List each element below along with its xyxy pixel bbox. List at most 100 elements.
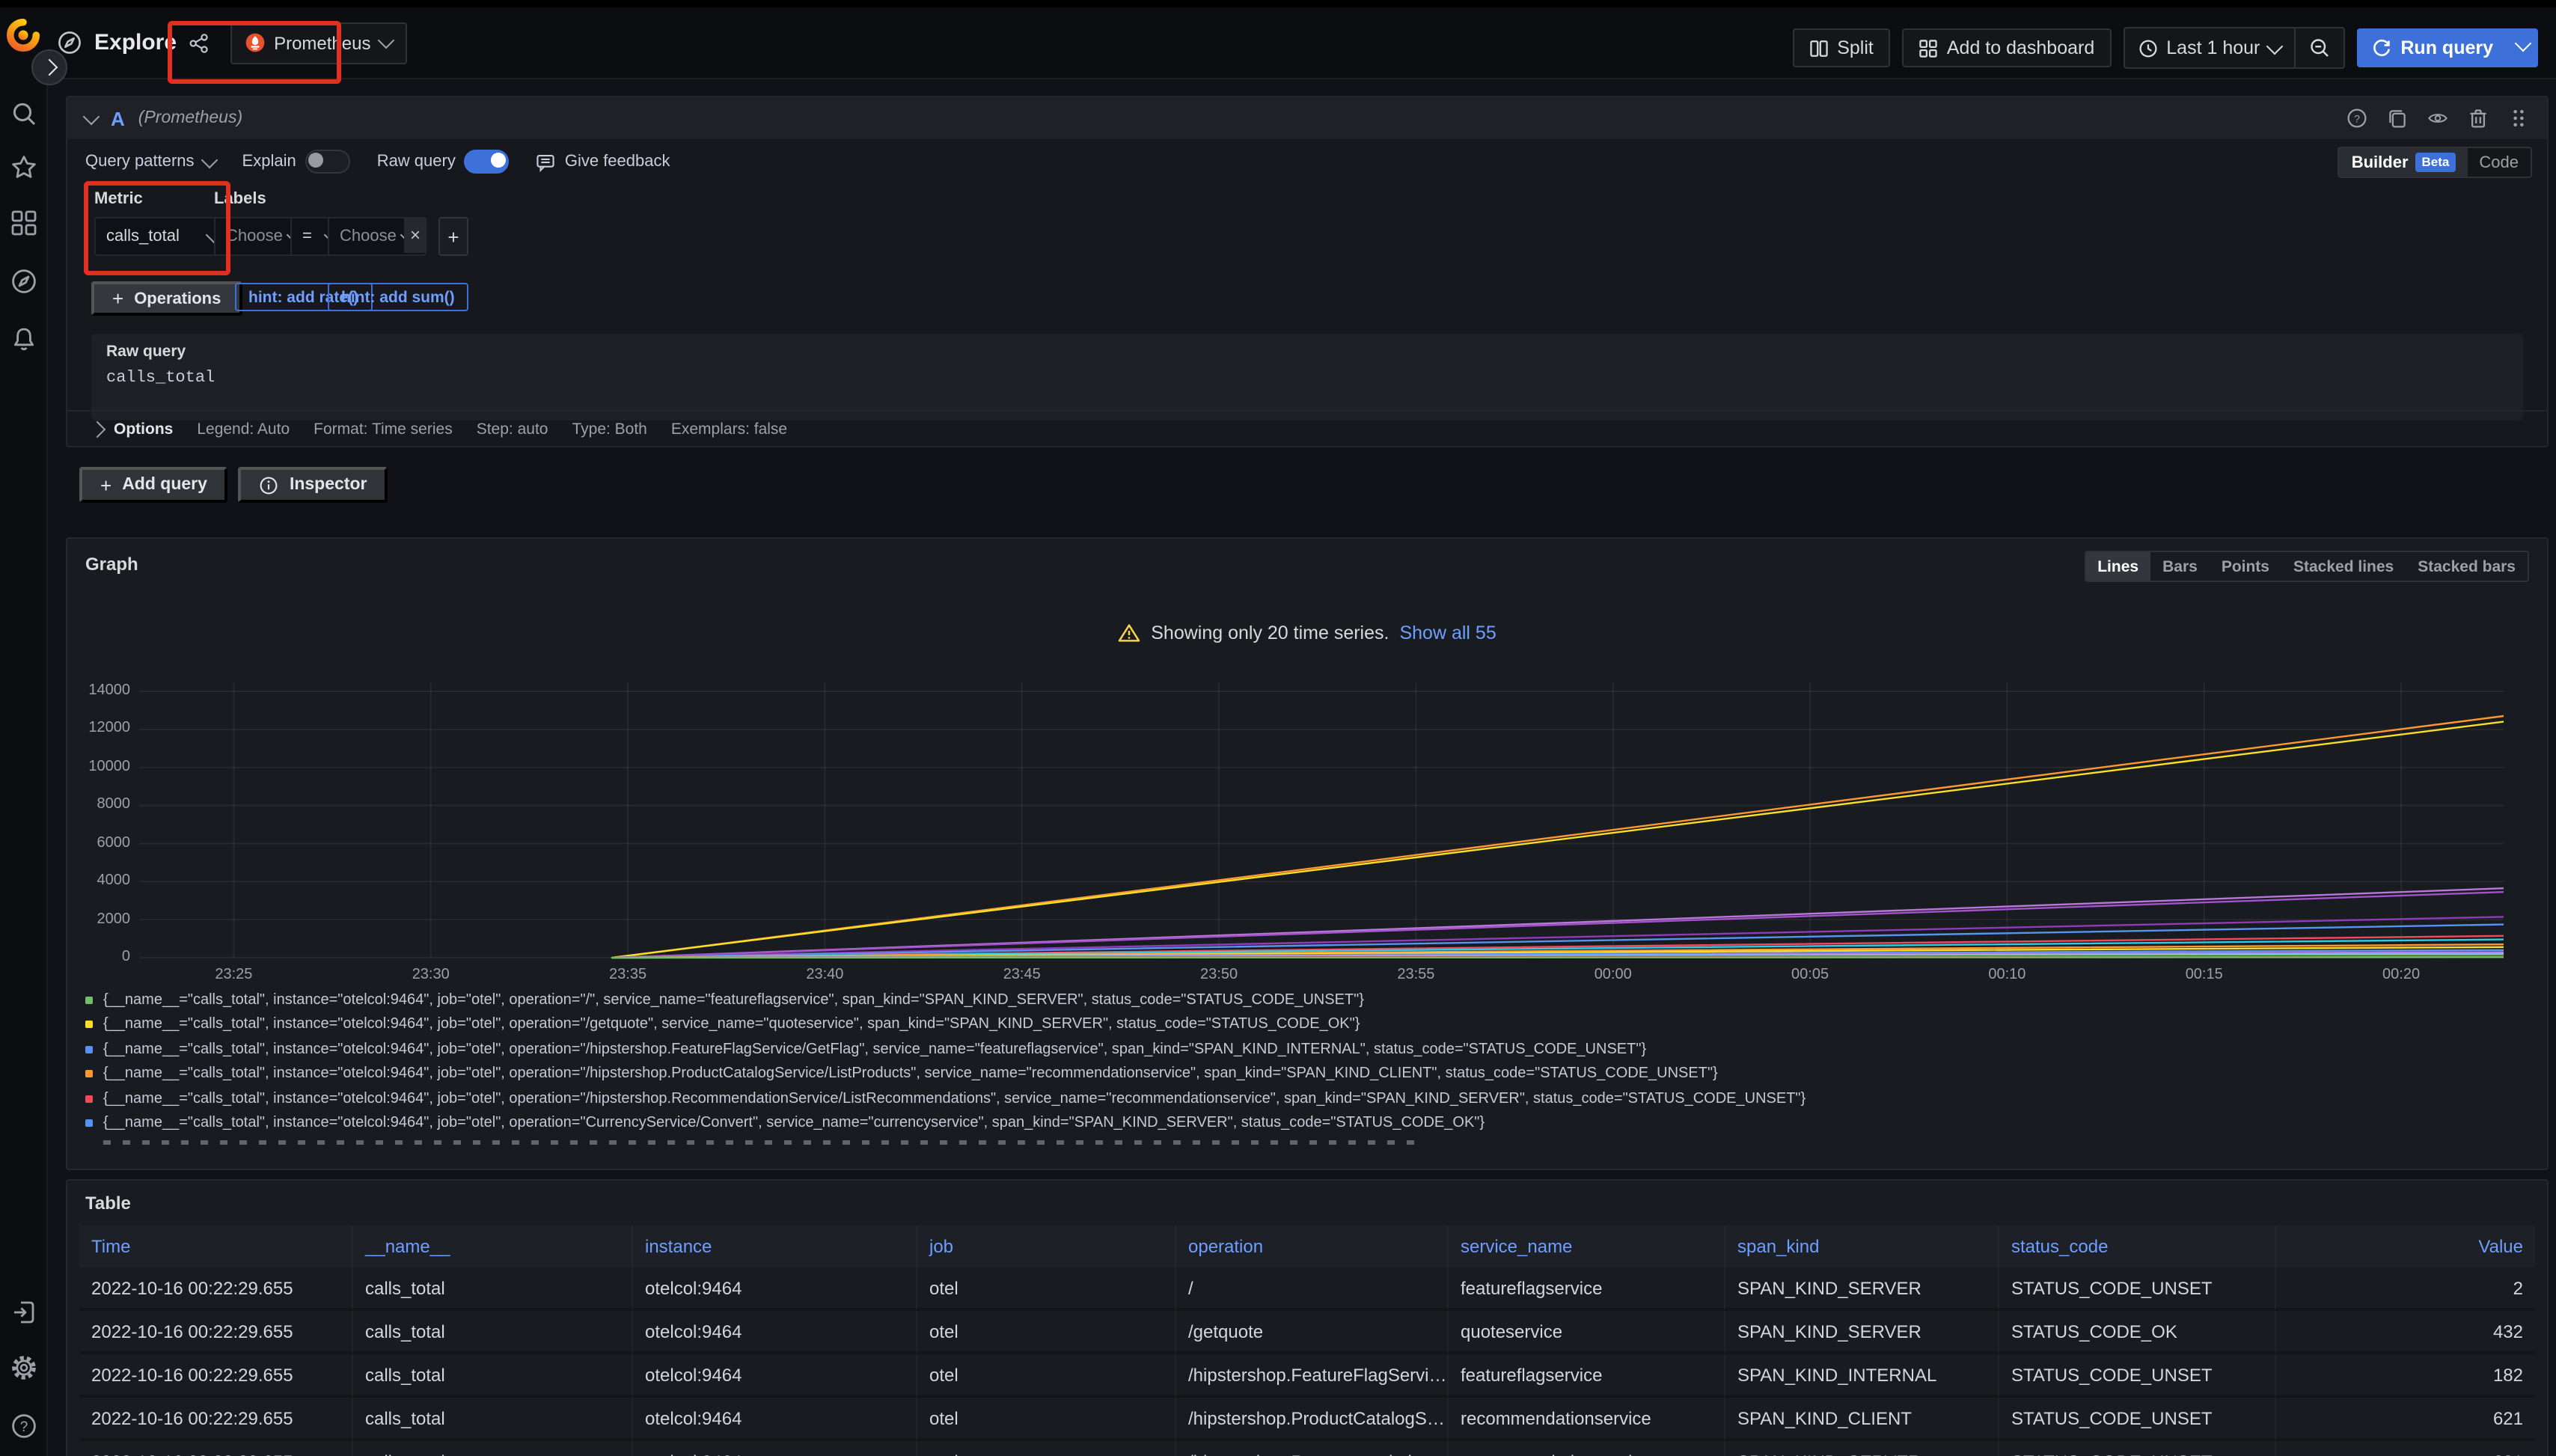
sidebar-expand-button[interactable] — [31, 49, 67, 85]
page-title: Explore — [94, 30, 177, 55]
add-query-button[interactable]: + Add query — [79, 467, 228, 503]
legend-item[interactable]: {__name__="calls_total", instance="otelc… — [85, 988, 2541, 1012]
gear-icon[interactable] — [10, 1354, 37, 1381]
legend-item[interactable]: {__name__="calls_total", instance="otelc… — [85, 1086, 2541, 1111]
table-header-cell[interactable]: Value — [2276, 1226, 2535, 1267]
drag-handle-icon[interactable] — [2508, 108, 2529, 129]
search-icon[interactable] — [10, 100, 37, 127]
trash-icon[interactable] — [2468, 108, 2489, 129]
add-label-button[interactable]: + — [438, 217, 468, 256]
option-summary-item: Format: Time series — [314, 420, 453, 438]
legend-swatch — [85, 1046, 93, 1053]
code-tab[interactable]: Code — [2467, 148, 2531, 177]
table-header-cell[interactable]: job — [917, 1226, 1176, 1267]
table-row: 2022-10-16 00:22:29.655calls_totalotelco… — [79, 1398, 2535, 1441]
table-row: 2022-10-16 00:22:29.655calls_totalotelco… — [79, 1354, 2535, 1398]
help-icon[interactable]: ? — [10, 1413, 37, 1440]
table-cell: featureflagservice — [1449, 1354, 1725, 1398]
table-header-cell[interactable]: Time — [79, 1226, 353, 1267]
run-query-button[interactable]: Run query — [2357, 28, 2538, 67]
explain-toggle[interactable] — [305, 150, 350, 174]
zoom-out-button[interactable] — [2294, 28, 2343, 67]
sign-in-icon[interactable] — [10, 1299, 37, 1326]
table-header-cell[interactable]: service_name — [1449, 1226, 1725, 1267]
x-axis-tick-label: 23:45 — [977, 967, 1067, 983]
query-hint-button[interactable]: hint: add sum() — [328, 283, 468, 311]
builder-tab[interactable]: Builder Beta — [2340, 148, 2468, 177]
bell-icon[interactable] — [10, 326, 37, 353]
x-axis-tick-label: 00:05 — [1765, 967, 1855, 983]
metric-select[interactable]: calls_total — [94, 217, 232, 256]
options-label: Options — [114, 420, 173, 438]
table-header-cell[interactable]: __name__ — [353, 1226, 633, 1267]
x-axis-tick-label: 00:10 — [1962, 967, 2052, 983]
graph-mode-lines[interactable]: Lines — [2085, 552, 2150, 581]
datasource-picker[interactable]: Prometheus — [230, 22, 406, 64]
legend-item[interactable]: {__name__="calls_total", instance="otelc… — [85, 1012, 2541, 1037]
top-nav: Explore Prometheus — [46, 7, 2556, 79]
legend-item[interactable]: {__name__="calls_total", instance="otelc… — [85, 1037, 2541, 1062]
table-header-cell[interactable]: operation — [1176, 1226, 1449, 1267]
run-query-dropdown[interactable] — [2508, 28, 2538, 67]
time-range-button[interactable]: Last 1 hour — [2124, 28, 2294, 67]
y-axis-tick-label: 4000 — [70, 872, 130, 889]
remove-label-button[interactable]: × — [404, 217, 426, 253]
query-patterns-dropdown[interactable]: Query patterns — [85, 153, 215, 171]
graph-mode-bars[interactable]: Bars — [2150, 552, 2210, 581]
eye-icon[interactable] — [2427, 108, 2448, 129]
table-cell: calls_total — [353, 1267, 633, 1311]
raw-query-toggle[interactable] — [465, 150, 510, 174]
metric-label: Metric — [94, 190, 143, 208]
share-alt-icon[interactable] — [189, 32, 210, 53]
compass-icon[interactable] — [10, 268, 37, 295]
inspector-button[interactable]: Inspector — [239, 467, 388, 503]
show-all-series-link[interactable]: Show all 55 — [1399, 623, 1496, 643]
beta-badge: Beta — [2416, 153, 2456, 171]
table-cell: 621 — [2276, 1398, 2535, 1441]
table-cell: STATUS_CODE_UNSET — [1999, 1354, 2276, 1398]
raw-query-preview-label: Raw query — [106, 343, 2508, 361]
query-options-row[interactable]: Options Legend: AutoFormat: Time seriesS… — [67, 410, 2547, 447]
graph-mode-stacked-lines[interactable]: Stacked lines — [2281, 552, 2406, 581]
apps-icon[interactable] — [10, 209, 37, 236]
query-row-header[interactable]: A (Prometheus) ? — [67, 97, 2547, 139]
graph-mode-points[interactable]: Points — [2210, 552, 2281, 581]
split-button[interactable]: Split — [1792, 28, 1890, 67]
table-header-cell[interactable]: instance — [633, 1226, 917, 1267]
legend-item[interactable]: {__name__="calls_total", instance="otelc… — [85, 1062, 2541, 1086]
option-summary-item: Exemplars: false — [671, 420, 787, 438]
time-series-chart[interactable]: 0200040006000800010000120001400023:2523:… — [139, 679, 2504, 994]
time-picker-group: Last 1 hour — [2123, 27, 2345, 69]
copy-icon[interactable] — [2387, 108, 2408, 129]
query-row-actions: ? — [2346, 108, 2529, 129]
legend-swatch — [85, 997, 93, 1004]
table-cell: 2022-10-16 00:22:29.655 — [79, 1354, 353, 1398]
y-axis-tick-label: 6000 — [70, 834, 130, 851]
table-cell: otelcol:9464 — [633, 1311, 917, 1354]
grafana-logo[interactable] — [6, 18, 40, 52]
table-cell: otelcol:9464 — [633, 1398, 917, 1441]
x-axis-tick-label: 00:15 — [2159, 967, 2249, 983]
sidebar: ? — [0, 7, 48, 1456]
y-axis-tick-label: 10000 — [70, 759, 130, 775]
table-cell: 432 — [2276, 1311, 2535, 1354]
help-circle-icon[interactable]: ? — [2346, 108, 2367, 129]
table-cell: calls_total — [353, 1441, 633, 1456]
add-operation-button[interactable]: + Operations — [91, 281, 242, 316]
table-body: 2022-10-16 00:22:29.655calls_totalotelco… — [79, 1267, 2535, 1456]
nav-right-cluster: Split Add to dashboard Last 1 hour — [1792, 28, 2538, 67]
table-cell: 2022-10-16 00:22:29.655 — [79, 1398, 353, 1441]
add-to-dashboard-button[interactable]: Add to dashboard — [1902, 28, 2111, 67]
results-table: Time__name__instancejoboperationservice_… — [79, 1226, 2535, 1456]
x-axis-tick-label: 00:20 — [2356, 967, 2446, 983]
legend-item[interactable]: {__name__="calls_total", instance="otelc… — [85, 1111, 2541, 1136]
graph-mode-stacked-bars[interactable]: Stacked bars — [2406, 552, 2528, 581]
y-axis-tick-label: 12000 — [70, 721, 130, 737]
legend-swatch — [85, 1095, 93, 1103]
give-feedback-link[interactable]: Give feedback — [536, 152, 670, 171]
table-header-cell[interactable]: status_code — [1999, 1226, 2276, 1267]
chevron-down-icon — [83, 108, 100, 125]
star-icon[interactable] — [10, 154, 37, 181]
table-header-cell[interactable]: span_kind — [1725, 1226, 1999, 1267]
apps-icon — [1918, 38, 1938, 58]
